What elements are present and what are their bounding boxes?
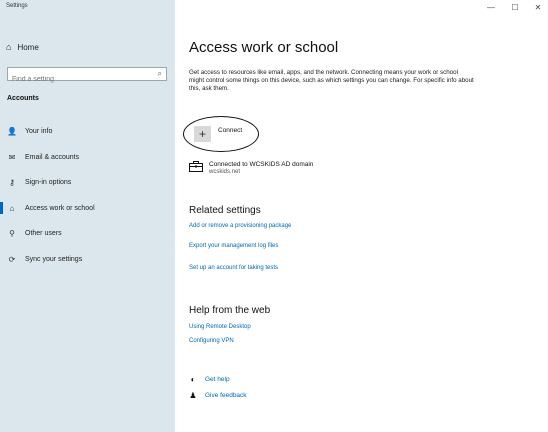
link-taking-tests[interactable]: Set up an account for taking tests	[189, 265, 278, 271]
get-help-link[interactable]: ◐ Get help	[189, 375, 230, 384]
sidebar-item-your-info[interactable]: 👤 Your info	[0, 124, 175, 138]
sidebar-item-other-users[interactable]: ⚲ Other users	[0, 226, 175, 240]
sidebar-item-label: Sign-in options	[25, 178, 72, 186]
section-heading: Accounts	[7, 95, 39, 102]
sidebar-item-sync-settings[interactable]: ⟳ Sync your settings	[0, 252, 175, 266]
person-add-icon: ⚲	[9, 228, 15, 238]
home-nav-item[interactable]: ⌂ Home	[6, 42, 39, 52]
account-domain: wcskids.net	[209, 169, 241, 175]
give-feedback-link[interactable]: ♟ Give feedback	[189, 391, 247, 400]
sidebar: ⌂ Home ⌕ Accounts 👤 Your info ✉ Email & …	[0, 0, 175, 432]
sync-icon: ⟳	[8, 254, 16, 264]
connect-label: Connect	[218, 127, 243, 134]
search-input[interactable]	[8, 73, 154, 86]
search-box[interactable]: ⌕	[7, 67, 167, 86]
connect-button[interactable]: + Connect	[183, 116, 259, 152]
link-remote-desktop[interactable]: Using Remote Desktop	[189, 324, 251, 330]
mail-icon: ✉	[8, 152, 16, 162]
feedback-icon: ♟	[189, 391, 197, 400]
connected-account[interactable]: Connected to WCSKIDS AD domain wcskids.n…	[189, 161, 313, 175]
key-icon: ⚷	[9, 177, 15, 187]
sidebar-item-label: Your info	[25, 127, 53, 135]
sidebar-item-label: Access work or school	[25, 204, 95, 212]
home-label: Home	[17, 42, 39, 52]
account-name: Connected to WCSKIDS AD domain	[209, 161, 314, 168]
chat-icon: ◐	[190, 375, 196, 384]
main-content: Access work or school Get access to reso…	[175, 0, 548, 432]
link-export-log-files[interactable]: Export your management log files	[189, 243, 278, 249]
window-title: Settings	[6, 3, 28, 9]
plus-icon: +	[194, 126, 211, 142]
home-icon: ⌂	[6, 42, 12, 52]
sidebar-item-label: Sync your settings	[25, 255, 83, 263]
search-icon[interactable]: ⌕	[158, 69, 162, 79]
sidebar-item-access-work-or-school[interactable]: ⌂ Access work or school	[0, 201, 175, 215]
link-provisioning-package[interactable]: Add or remove a provisioning package	[189, 223, 291, 229]
sidebar-item-label: Email & accounts	[25, 153, 80, 161]
page-title: Access work or school	[189, 39, 339, 56]
give-feedback-label: Give feedback	[205, 392, 247, 399]
related-settings-heading: Related settings	[189, 205, 261, 216]
get-help-label: Get help	[205, 376, 230, 383]
briefcase-icon	[189, 161, 203, 172]
sidebar-item-label: Other users	[25, 229, 62, 237]
briefcase-icon: ⌂	[9, 203, 15, 213]
sidebar-item-email-accounts[interactable]: ✉ Email & accounts	[0, 150, 175, 164]
person-card-icon: 👤	[7, 126, 17, 136]
help-heading: Help from the web	[189, 305, 271, 316]
page-description: Get access to resources like email, apps…	[189, 69, 474, 92]
link-configuring-vpn[interactable]: Configuring VPN	[189, 338, 234, 344]
sidebar-item-sign-in-options[interactable]: ⚷ Sign-in options	[0, 175, 175, 189]
